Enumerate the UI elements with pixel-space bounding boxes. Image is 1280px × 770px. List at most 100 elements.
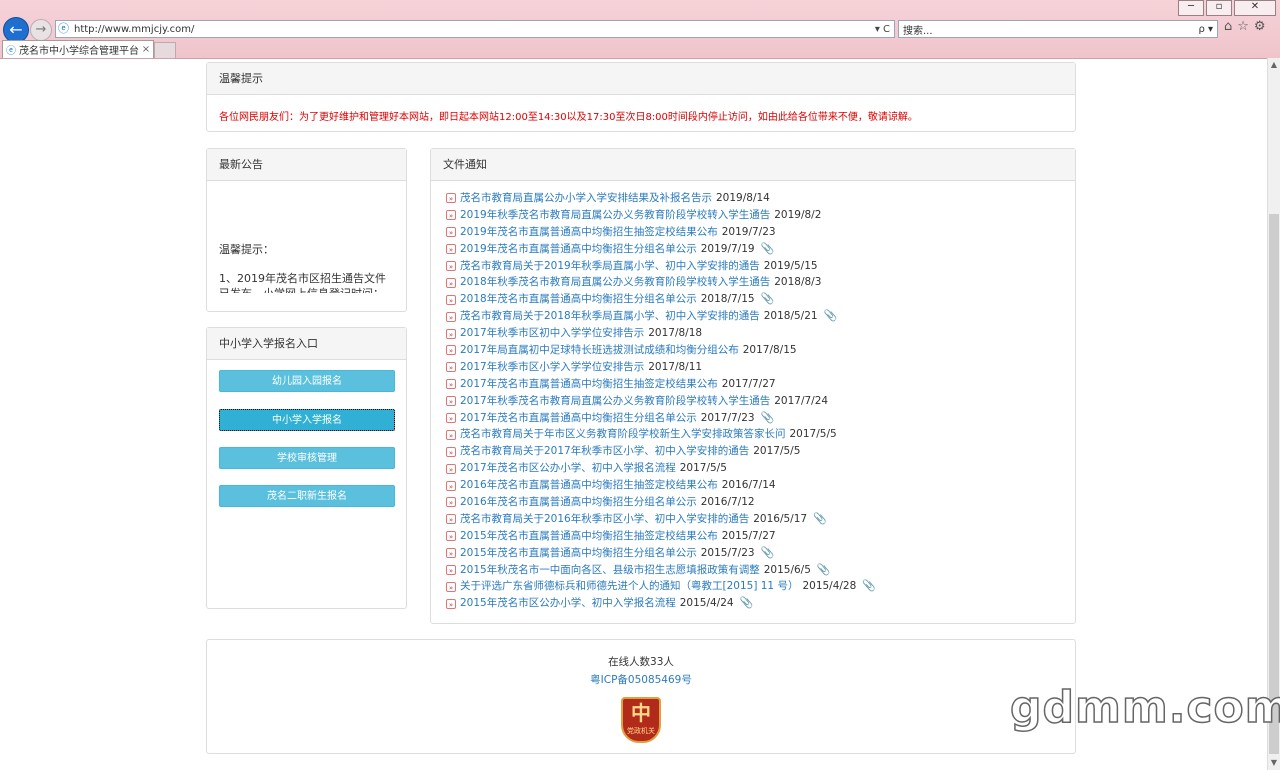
- file-link[interactable]: 2016年茂名市直属普通高中均衡招生分组名单公示: [460, 494, 697, 511]
- school-enroll-button[interactable]: 中小学入学报名: [219, 409, 395, 431]
- file-date: 2018/7/15: [700, 293, 755, 306]
- new-tab-button[interactable]: [154, 42, 176, 58]
- file-date: 2015/4/24: [679, 597, 734, 610]
- file-link[interactable]: 2017年秋季市区初中入学学位安排告示: [460, 325, 644, 342]
- address-bar[interactable]: ⓔ http://www.mmjcjy.com/ ▾ C: [55, 20, 895, 38]
- maximize-button[interactable]: ▫: [1206, 0, 1232, 16]
- file-link[interactable]: 茂名市教育局关于2019年秋季局直属小学、初中入学安排的通告: [460, 258, 760, 275]
- file-link[interactable]: 2015年茂名市区公办小学、初中入学报名流程: [460, 595, 676, 612]
- vocational-enroll-button[interactable]: 茂名二职新生报名: [219, 485, 395, 507]
- address-url[interactable]: http://www.mmjcjy.com/: [74, 24, 875, 35]
- file-date: 2019/8/14: [716, 192, 770, 204]
- file-list: » 茂名市教育局直属公办小学入学安排结果及补报名告示 2019/8/14 » 2019年…: [431, 181, 1075, 612]
- scroll-up-icon[interactable]: ▲: [1268, 58, 1280, 72]
- file-link[interactable]: 2018年秋季茂名市教育局直属公办义务教育阶段学校转入学生通告: [460, 274, 770, 291]
- file-item: » 2017年茂名市直属普通高中均衡招生抽签定校结果公布 2017/7/27: [446, 376, 1075, 393]
- file-link[interactable]: 2019年茂名市直属普通高中均衡招生抽签定校结果公布: [460, 224, 718, 241]
- file-link[interactable]: 2015年茂名市直属普通高中均衡招生抽签定校结果公布: [460, 528, 718, 545]
- file-link[interactable]: 茂名市教育局关于年市区义务教育阶段学校新生入学安排政策答家长问: [460, 426, 786, 443]
- file-item: » 2017年秋季茂名市教育局直属公办义务教育阶段学校转入学生通告 2017/7/2…: [446, 393, 1075, 410]
- file-date: 2017/7/27: [721, 377, 776, 390]
- file-date: 2016/7/12: [700, 496, 755, 509]
- icp-link[interactable]: 粤ICP备05085469号: [207, 672, 1075, 687]
- kindergarten-enroll-button[interactable]: 幼儿园入园报名: [219, 370, 395, 392]
- forward-button[interactable]: →: [30, 19, 52, 41]
- bullet-arrow-icon: »: [446, 446, 456, 457]
- file-link[interactable]: 关于评选广东省师德标兵和师德先进个人的通知（粤教工[2015] 11 号）: [460, 578, 798, 595]
- announcement-line: 1、2019年茂名市区招生通告文件已发布，小学网上信息登记时间：2019: [219, 272, 386, 293]
- file-date: 2017/8/11: [648, 360, 703, 373]
- file-link[interactable]: 2017年茂名市直属普通高中均衡招生分组名单公示: [460, 410, 697, 427]
- government-badge-icon[interactable]: 中 党政机关: [621, 697, 661, 743]
- bullet-arrow-icon: »: [446, 598, 456, 609]
- file-link[interactable]: 2019年茂名市直属普通高中均衡招生分组名单公示: [460, 241, 697, 258]
- file-date: 2019/8/2: [774, 208, 822, 221]
- file-link[interactable]: 2015年秋茂名市一中面向各区、县级市招生志愿填报政策有调整: [460, 562, 760, 579]
- file-link[interactable]: 2017年秋季市区小学入学学位安排告示: [460, 359, 644, 376]
- school-review-button[interactable]: 学校审核管理: [219, 447, 395, 469]
- file-item: » 2015年秋茂名市一中面向各区、县级市招生志愿填报政策有调整 2015/6/5 📎: [446, 562, 1075, 579]
- file-item: » 2017年秋季市区小学入学学位安排告示 2017/8/11: [446, 359, 1075, 376]
- file-date: 2017/5/5: [679, 462, 727, 475]
- online-count: 在线人数33人: [608, 656, 674, 668]
- bullet-arrow-icon: »: [446, 328, 456, 339]
- bullet-arrow-icon: »: [446, 379, 456, 390]
- file-item: » 2019年秋季茂名市教育局直属公办义务教育阶段学校转入学生通告 2019/8/2: [446, 207, 1075, 224]
- notice-title: 温馨提示: [207, 63, 1075, 95]
- file-item: » 2016年茂名市直属普通高中均衡招生抽签定校结果公布 2016/7/14: [446, 477, 1075, 494]
- file-date: 2017/5/5: [789, 428, 837, 441]
- bullet-arrow-icon: »: [446, 345, 456, 356]
- badge-text: 党政机关: [627, 727, 655, 735]
- tab-ie-icon: ⓔ: [6, 46, 16, 57]
- file-link[interactable]: 2017年秋季茂名市教育局直属公办义务教育阶段学校转入学生通告: [460, 393, 770, 410]
- file-link[interactable]: 茂名市教育局直属公办小学入学安排结果及补报名告示: [460, 190, 712, 207]
- bullet-arrow-icon: »: [446, 362, 456, 373]
- file-notice-panel: 文件通知 » 茂名市教育局直属公办小学入学安排结果及补报名告示 2019/8/14»…: [430, 148, 1076, 624]
- watermark: gdmm.com: [1009, 681, 1280, 734]
- vertical-scrollbar[interactable]: ▲ ▼: [1267, 58, 1280, 770]
- file-date: 2015/7/27: [721, 529, 776, 542]
- file-link[interactable]: 茂名市教育局关于2018年秋季局直属小学、初中入学安排的通告: [460, 308, 760, 325]
- file-link[interactable]: 2015年茂名市直属普通高中均衡招生分组名单公示: [460, 545, 697, 562]
- file-link[interactable]: 2017年局直属初中足球特长班选拔测试成绩和均衡分组公布: [460, 342, 739, 359]
- announcement-panel: 最新公告 温馨提示： 1、2019年茂名市区招生通告文件已发布，小学网上信息登记…: [206, 148, 407, 312]
- bullet-arrow-icon: »: [446, 413, 456, 424]
- search-input[interactable]: 搜索...: [899, 22, 1198, 37]
- scroll-thumb[interactable]: [1269, 214, 1279, 754]
- badge-char: 中: [631, 701, 651, 725]
- settings-gear-icon[interactable]: ⚙: [1254, 19, 1266, 34]
- file-link[interactable]: 2018年茂名市直属普通高中均衡招生分组名单公示: [460, 291, 697, 308]
- notice-panel: 温馨提示 各位网民朋友们：为了更好维护和管理好本网站，即日起本网站12:00至1…: [206, 62, 1076, 132]
- file-date: 2017/5/5: [753, 445, 801, 458]
- search-icon[interactable]: ρ ▾: [1198, 24, 1217, 35]
- file-item: » 茂名市教育局关于年市区义务教育阶段学校新生入学安排政策答家长问 2017/5/5: [446, 426, 1075, 443]
- file-link[interactable]: 茂名市教育局关于2016年秋季市区小学、初中入学安排的通告: [460, 511, 749, 528]
- file-link[interactable]: 2016年茂名市直属普通高中均衡招生抽签定校结果公布: [460, 477, 718, 494]
- tab-close-icon[interactable]: ×: [139, 44, 153, 55]
- file-item: » 茂名市教育局关于2019年秋季局直属小学、初中入学安排的通告 2019/5/15: [446, 258, 1075, 275]
- back-arrow-icon: ←: [9, 20, 23, 39]
- bullet-arrow-icon: »: [446, 311, 456, 322]
- bullet-arrow-icon: »: [446, 429, 456, 440]
- bullet-arrow-icon: »: [446, 227, 456, 238]
- search-box[interactable]: 搜索... ρ ▾: [898, 20, 1218, 38]
- file-date: 2015/4/28: [802, 580, 857, 593]
- bullet-arrow-icon: »: [446, 548, 456, 559]
- favorites-star-icon[interactable]: ☆: [1237, 19, 1249, 34]
- file-date: 2017/7/24: [774, 394, 829, 407]
- attachment-clip-icon: 📎: [862, 579, 876, 593]
- tab-active[interactable]: ⓔ 茂名市中小学综合管理平台 ×: [2, 40, 154, 58]
- bullet-arrow-icon: »: [446, 277, 456, 288]
- file-link[interactable]: 2017年茂名市区公办小学、初中入学报名流程: [460, 460, 676, 477]
- file-link[interactable]: 2019年秋季茂名市教育局直属公办义务教育阶段学校转入学生通告: [460, 207, 770, 224]
- home-icon[interactable]: ⌂: [1224, 19, 1232, 34]
- refresh-icon[interactable]: ▾ C: [875, 24, 894, 35]
- file-date: 2019/7/23: [721, 225, 776, 238]
- file-item: » 2015年茂名市直属普通高中均衡招生分组名单公示 2015/7/23 📎: [446, 545, 1075, 562]
- file-item: » 茂名市教育局关于2016年秋季市区小学、初中入学安排的通告 2016/5/17 📎: [446, 511, 1075, 528]
- file-link[interactable]: 茂名市教育局关于2017年秋季市区小学、初中入学安排的通告: [460, 443, 749, 460]
- close-window-button[interactable]: ✕: [1234, 0, 1276, 16]
- scroll-down-icon[interactable]: ▼: [1268, 756, 1280, 770]
- file-link[interactable]: 2017年茂名市直属普通高中均衡招生抽签定校结果公布: [460, 376, 718, 393]
- minimize-button[interactable]: ─: [1178, 0, 1204, 16]
